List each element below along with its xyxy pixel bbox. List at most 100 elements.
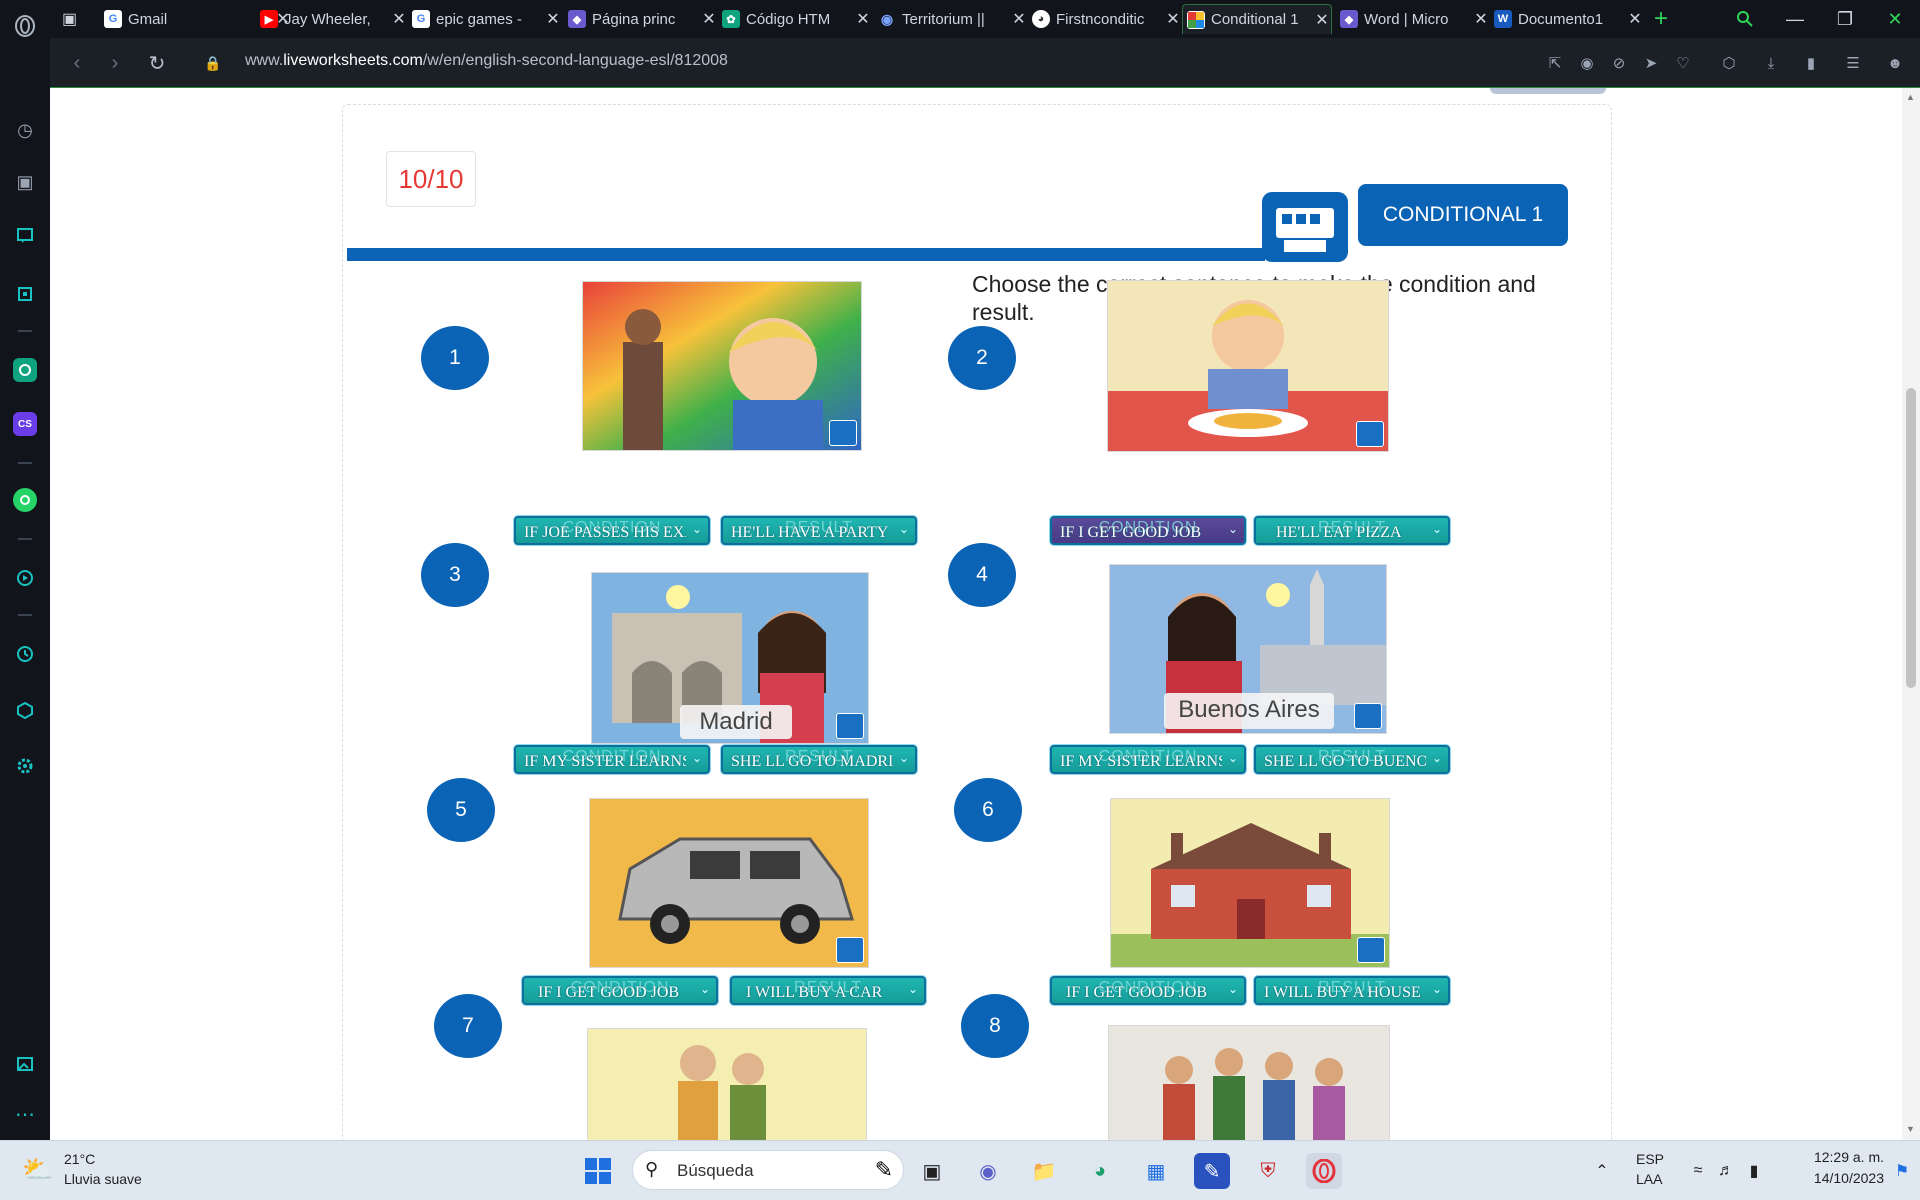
close-tab-icon[interactable]: ✕ (544, 9, 562, 29)
result-select-3[interactable]: RESULT SHE LL GO TO MADRID ⌄ (721, 745, 917, 774)
notification-bell-icon[interactable]: ⚑ (1884, 1153, 1920, 1189)
tab-youtube[interactable]: ▶ Jay Wheeler, ✕ (260, 4, 408, 34)
image-gallery-icon[interactable] (13, 1052, 37, 1076)
more-icon[interactable]: ⋯ (13, 1102, 37, 1126)
cube-icon[interactable] (13, 698, 37, 722)
clock-time[interactable]: 12:29 a. m. (1784, 1149, 1884, 1165)
scrollbar-thumb[interactable] (1906, 388, 1916, 688)
condition-select-2[interactable]: CONDITION IF I GET GOOD JOB ⌄ (1050, 516, 1246, 545)
tab-title: Código HTM (746, 10, 831, 28)
mcafee-icon[interactable]: ⛨ (1250, 1153, 1286, 1189)
restore-icon[interactable]: ❐ (1830, 4, 1860, 34)
result-select-6[interactable]: RESULT I WILL BUY A HOUSE ⌄ (1254, 976, 1450, 1005)
close-tab-icon[interactable]: ✕ (1164, 9, 1182, 29)
result-select-2[interactable]: RESULT HE'LL EAT PIZZA ⌄ (1254, 516, 1450, 545)
heart-icon[interactable]: ♡ (1672, 52, 1694, 74)
scroll-up-icon[interactable]: ▲ (1906, 92, 1915, 102)
tab-pagina-principal[interactable]: ◆ Página princ ✕ (568, 4, 718, 34)
settings-icon[interactable] (13, 754, 37, 778)
forward-icon[interactable]: › (102, 50, 128, 76)
battery-icon[interactable]: ▮ (1736, 1153, 1772, 1189)
reload-icon[interactable]: ↻ (144, 50, 170, 76)
condition-select-3[interactable]: CONDITION IF MY SISTER LEARNS SPANISH ⌄ (514, 745, 710, 774)
history-icon[interactable] (13, 642, 37, 666)
tab-codigo-html[interactable]: ✿ Código HTM ✕ (722, 4, 872, 34)
result-select-1[interactable]: RESULT HE'LL HAVE A PARTY ⌄ (721, 516, 917, 545)
selected-condition: IF I GET GOOD JOB (538, 984, 680, 1001)
new-tab-icon[interactable]: + (1646, 4, 1676, 34)
profile-icon[interactable]: ☻ (1884, 52, 1906, 74)
edge-icon[interactable]: ◕ (1082, 1153, 1118, 1189)
url-field[interactable]: www.liveworksheets.com/w/en/english-seco… (245, 52, 728, 70)
whatsapp-icon[interactable] (13, 488, 37, 512)
liveworksheets-icon (1187, 10, 1205, 29)
condition-select-4[interactable]: CONDITION IF MY SISTER LEARNS SPANISH ⌄ (1050, 745, 1246, 774)
condition-select-6[interactable]: CONDITION IF I GET GOOD JOB ⌄ (1050, 976, 1246, 1005)
player-icon[interactable] (13, 566, 37, 590)
paint-app-icon[interactable]: ✎ (1194, 1153, 1230, 1189)
chevron-down-icon: ⌄ (1431, 982, 1442, 996)
url-domain: liveworksheets.com (283, 52, 423, 69)
battery-saver-icon[interactable]: ▮ (1800, 52, 1822, 74)
camera-icon[interactable]: ◉ (1576, 52, 1598, 74)
scroll-down-icon[interactable]: ▼ (1906, 1124, 1915, 1134)
taskbar-search-input[interactable]: ⚲ Búsqueda ✎ (632, 1150, 904, 1190)
close-tab-icon[interactable]: ✕ (1626, 9, 1644, 29)
weather-temperature[interactable]: 21°C (64, 1151, 95, 1167)
result-select-4[interactable]: RESULT SHE LL GO TO BUENOS AIRES ⌄ (1254, 745, 1450, 774)
chevron-down-icon: ⌄ (1227, 522, 1238, 536)
tab-epic-games[interactable]: G epic games - ✕ (412, 4, 562, 34)
task-view-icon[interactable]: ▣ (914, 1153, 950, 1189)
close-tab-icon[interactable]: ✕ (1010, 9, 1028, 29)
search-highlight-icon: ✎ (874, 1157, 893, 1182)
weather-icon[interactable]: ⛅ (20, 1151, 56, 1187)
close-tab-icon[interactable]: ✕ (854, 9, 872, 29)
condition-select-5[interactable]: CONDITION IF I GET GOOD JOB ⌄ (522, 976, 718, 1005)
weather-description[interactable]: Lluvia suave (64, 1171, 142, 1187)
selected-condition: IF MY SISTER LEARNS SPANISH (1060, 753, 1222, 770)
chat-icon[interactable]: ◉ (970, 1153, 1006, 1189)
result-select-5[interactable]: RESULT I WILL BUY A CAR ⌄ (730, 976, 926, 1005)
opera-taskbar-icon[interactable] (1306, 1153, 1342, 1189)
close-tab-icon[interactable]: ✕ (1313, 10, 1331, 30)
chevron-up-icon[interactable]: ⌃ (1584, 1153, 1620, 1189)
close-tab-icon[interactable]: ✕ (1472, 9, 1490, 29)
twitch-icon[interactable] (13, 224, 37, 248)
tab-documento1[interactable]: W Documento1 ✕ (1494, 4, 1644, 34)
page-scrollbar[interactable]: ▲ ▼ (1902, 88, 1920, 1140)
tab-word-microsoft[interactable]: ◆ Word | Micro ✕ (1340, 4, 1490, 34)
close-window-icon[interactable]: ✕ (1880, 4, 1910, 34)
speed-dial-icon[interactable]: ◷ (13, 118, 37, 142)
close-tab-icon[interactable]: ✕ (390, 9, 408, 29)
windows-start-icon[interactable] (580, 1153, 616, 1189)
tab-territorium[interactable]: ◉ Territorium || ✕ (878, 4, 1028, 34)
chatgpt-icon[interactable] (13, 358, 37, 382)
download-icon[interactable]: ⤓ (1760, 52, 1782, 74)
tab-first-conditional[interactable]: ◕ Firstnconditic ✕ (1032, 4, 1182, 34)
extensions-icon[interactable]: ⬡ (1718, 52, 1740, 74)
back-icon[interactable]: ‹ (64, 50, 90, 76)
briefcase-icon[interactable]: ▣ (13, 170, 37, 194)
send-icon[interactable]: ➤ (1640, 52, 1662, 74)
file-explorer-icon[interactable]: 📁 (1026, 1153, 1062, 1189)
minimize-icon[interactable]: — (1780, 4, 1810, 34)
group-picture (1108, 1025, 1390, 1140)
keyboard-layout-indicator[interactable]: LAA (1636, 1171, 1662, 1187)
clock-date[interactable]: 14/10/2023 (1784, 1170, 1884, 1186)
share-icon[interactable]: ⇱ (1544, 52, 1566, 74)
microsoft-store-icon[interactable]: ▦ (1138, 1153, 1174, 1189)
cs-app-icon[interactable]: CS (13, 412, 37, 436)
chip-icon[interactable] (13, 282, 37, 306)
gaming-icon[interactable]: ▣ (62, 4, 92, 34)
close-tab-icon[interactable]: ✕ (700, 9, 718, 29)
globe-icon: ◕ (1032, 10, 1050, 28)
tab-conditional-1[interactable]: Conditional 1 ✕ (1182, 4, 1332, 34)
search-tabs-icon[interactable] (1730, 4, 1760, 34)
condition-select-1[interactable]: CONDITION IF JOE PASSES HIS EXAM ⌄ (514, 516, 710, 545)
language-indicator[interactable]: ESP (1636, 1151, 1664, 1167)
adblock-icon[interactable]: ⊘ (1608, 52, 1630, 74)
opera-logo-icon[interactable] (13, 14, 37, 38)
top-button[interactable] (1490, 88, 1606, 94)
question-number: 6 (954, 778, 1022, 842)
easy-setup-icon[interactable]: ☰ (1842, 52, 1864, 74)
